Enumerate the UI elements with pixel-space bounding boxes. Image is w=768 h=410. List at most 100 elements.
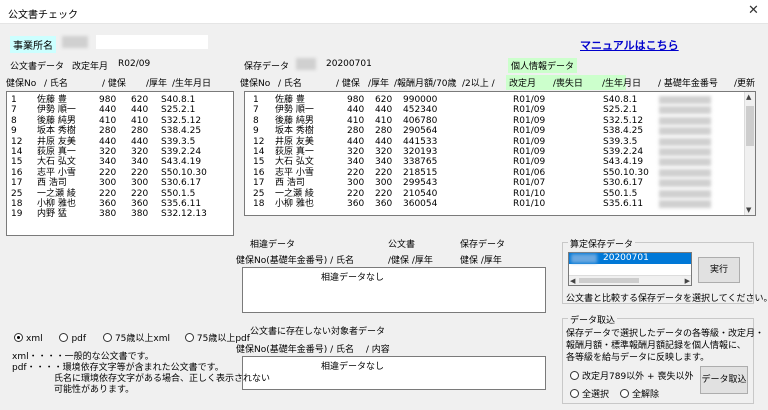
table-cell: R01/09 xyxy=(513,95,546,105)
table-cell: 620 xyxy=(131,95,149,105)
close-icon[interactable]: ✕ xyxy=(748,3,759,18)
calc-save-item-selected[interactable]: 20200701 xyxy=(569,253,691,264)
scroll-left-icon[interactable]: ◀ xyxy=(570,277,575,285)
table-cell: R01/09 xyxy=(513,147,546,157)
mismatch-headers-doc: /健保 /厚年 xyxy=(388,256,433,266)
run-button[interactable]: 実行 xyxy=(698,257,740,283)
format-75pdf-radio[interactable]: 75歳以上pdf xyxy=(184,333,250,344)
pension-number-redacted xyxy=(659,116,711,125)
table-cell: 320193 xyxy=(403,147,438,157)
format-pdf-radio[interactable]: pdf xyxy=(59,333,86,344)
table-cell: 伊勢 順一 xyxy=(37,105,76,116)
table-cell: S30.6.17 xyxy=(603,178,644,189)
table-cell: 440 xyxy=(375,136,393,147)
save-redacted xyxy=(296,58,316,70)
table-cell: 440 xyxy=(347,136,365,147)
table-cell: 1 xyxy=(11,95,17,105)
table-cell: 440 xyxy=(375,105,393,116)
calc-list-hscrollbar[interactable]: ◀ ▶ xyxy=(569,275,691,285)
doc-table-header: 健保No / 氏名 / 健保 /厚年 /生年月日 xyxy=(6,76,234,89)
import-button[interactable]: データ取込 xyxy=(700,366,748,394)
col-pension-no: / 基礎年金番号 xyxy=(658,79,718,89)
import-opt-none-radio[interactable]: 全解除 xyxy=(620,387,659,400)
calc-save-group-label: 算定保存データ xyxy=(568,237,636,250)
table-cell: 18 xyxy=(11,199,23,209)
save-table-header: 健保No / 氏名 / 健保 /厚年 /報酬月額/70歳 /2以上 / 改定月 … xyxy=(240,75,760,90)
table-cell: 12 xyxy=(11,136,23,147)
save-data-list[interactable]: ▲ ▼ 1 佐藤 豊 980 620 990000 R01/09 S40.8.1 7 伊勢 順一… xyxy=(244,91,756,216)
missing-list[interactable]: 相違データなし xyxy=(242,356,546,390)
table-cell: 218515 xyxy=(403,167,438,178)
table-cell: S38.4.25 xyxy=(161,126,202,137)
table-cell: 452340 xyxy=(403,105,438,116)
table-cell: 16 xyxy=(253,167,265,178)
table-cell: 380 xyxy=(99,209,117,220)
missing-label: 公文書に存在しない対象者データ xyxy=(250,327,386,337)
table-cell: 220 xyxy=(347,188,365,199)
table-cell: 338765 xyxy=(403,157,438,168)
table-cell: 300 xyxy=(375,178,393,189)
table-cell: 坂本 秀樹 xyxy=(37,126,76,137)
office-name-field[interactable] xyxy=(96,35,208,49)
calc-item-redacted xyxy=(571,254,597,263)
mismatch-label: 相違データ xyxy=(250,240,296,250)
pension-number-redacted xyxy=(659,168,711,177)
table-cell: 25 xyxy=(11,188,23,199)
missing-empty: 相違データなし xyxy=(321,362,385,372)
manual-link[interactable]: マニュアルはこちら xyxy=(580,37,679,53)
radio-icon xyxy=(184,333,194,342)
calc-save-list[interactable]: 20200701 ◀ ▶ xyxy=(568,252,692,286)
table-cell: 佐藤 豊 xyxy=(37,95,67,105)
table-cell: 980 xyxy=(99,95,117,105)
hscroll-thumb[interactable] xyxy=(579,278,639,283)
doc-data-list[interactable]: 1 佐藤 豊 980 620 S40.8.1 7 伊勢 順一 440 440 S25.2.1 8 後藤… xyxy=(6,91,234,236)
table-cell: 340 xyxy=(347,157,365,168)
mismatch-col-save: 保存データ xyxy=(460,240,506,250)
scroll-down-icon[interactable]: ▼ xyxy=(746,206,751,214)
pension-number-redacted xyxy=(659,96,711,104)
pension-number-redacted xyxy=(659,127,711,136)
import-opt-all-radio[interactable]: 全選択 xyxy=(570,387,609,400)
table-cell: 7 xyxy=(253,105,259,116)
save-value: 20200701 xyxy=(326,59,372,69)
table-cell: S32.12.13 xyxy=(161,209,207,220)
col-kounen: /厚年 xyxy=(146,79,168,89)
mismatch-list[interactable]: 相違データなし xyxy=(242,267,546,313)
table-cell: 7 xyxy=(11,105,17,116)
table-cell: 990000 xyxy=(403,95,438,105)
format-xml-radio[interactable]: xml xyxy=(14,333,43,344)
table-cell: 410 xyxy=(347,115,365,126)
save-data-label: 保存データ xyxy=(244,62,290,72)
table-cell: S25.2.1 xyxy=(603,105,638,116)
table-cell: 12 xyxy=(253,136,265,147)
window-title: 公文書チェック xyxy=(8,10,78,21)
save-list-scrollbar[interactable]: ▲ ▼ xyxy=(744,92,755,215)
table-cell: 340 xyxy=(131,157,149,168)
import-desc-3: 各等級を給与データに反映します。 xyxy=(566,353,710,363)
table-cell: 小柳 雅也 xyxy=(37,199,76,209)
pension-number-redacted xyxy=(659,200,711,208)
mismatch-col-doc: 公文書 xyxy=(388,240,416,250)
table-cell: 9 xyxy=(11,126,17,137)
col-revision-month: 改定月 xyxy=(509,79,537,89)
scroll-right-icon[interactable]: ▶ xyxy=(685,277,690,285)
table-cell: 360054 xyxy=(403,199,438,209)
radio-icon xyxy=(59,333,69,342)
scroll-up-icon[interactable]: ▲ xyxy=(746,93,751,101)
table-cell: 荻原 真一 xyxy=(275,147,314,157)
doc-data-label: 公文書データ xyxy=(10,62,65,72)
format-75xml-radio[interactable]: 75歳以上xml xyxy=(102,333,170,344)
table-cell: S39.2.24 xyxy=(603,147,644,157)
table-cell: 440 xyxy=(347,105,365,116)
table-cell: 井原 友美 xyxy=(275,136,314,147)
radio-icon xyxy=(570,389,579,398)
table-cell: S40.8.1 xyxy=(161,95,196,105)
scroll-thumb[interactable] xyxy=(746,106,754,146)
import-opt-except-radio[interactable]: 改定月789以外 + 喪失以外 xyxy=(570,369,693,382)
radio-label: xml xyxy=(26,334,43,344)
table-cell: R01/10 xyxy=(513,199,546,209)
table-cell: 360 xyxy=(375,199,393,209)
radio-icon xyxy=(102,333,112,342)
pension-number-redacted xyxy=(659,179,711,188)
table-cell: R01/09 xyxy=(513,157,546,168)
